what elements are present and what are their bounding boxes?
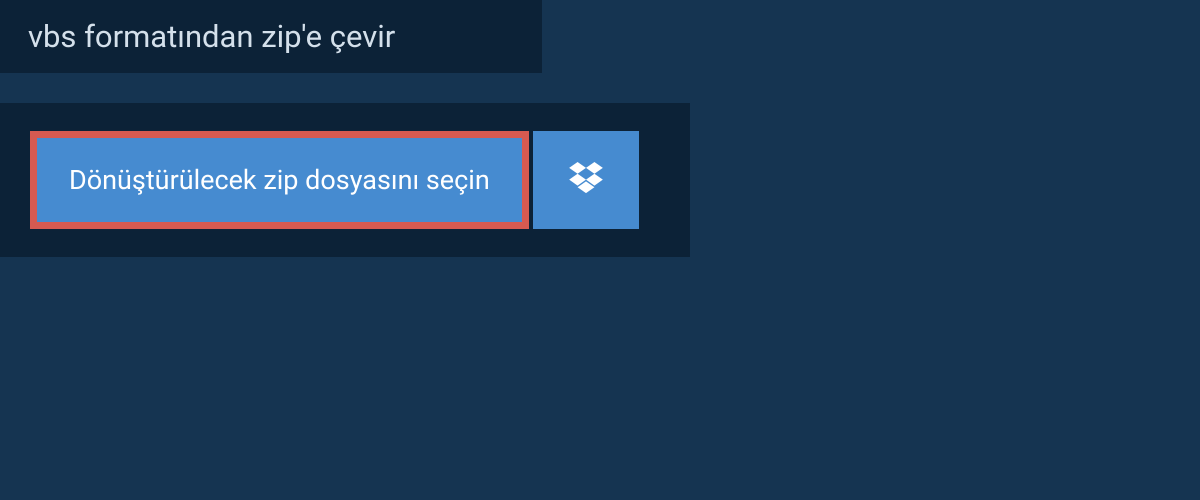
- button-group: Dönüştürülecek zip dosyasını seçin: [30, 131, 660, 229]
- select-file-button[interactable]: Dönüştürülecek zip dosyasını seçin: [30, 131, 529, 229]
- upload-panel: Dönüştürülecek zip dosyasını seçin: [0, 103, 690, 257]
- dropbox-button[interactable]: [533, 131, 639, 229]
- select-file-button-label: Dönüştürülecek zip dosyasını seçin: [69, 164, 490, 196]
- header-tab: vbs formatından zip'e çevir: [0, 0, 542, 73]
- page-title: vbs formatından zip'e çevir: [28, 18, 395, 55]
- dropbox-icon: [569, 162, 603, 198]
